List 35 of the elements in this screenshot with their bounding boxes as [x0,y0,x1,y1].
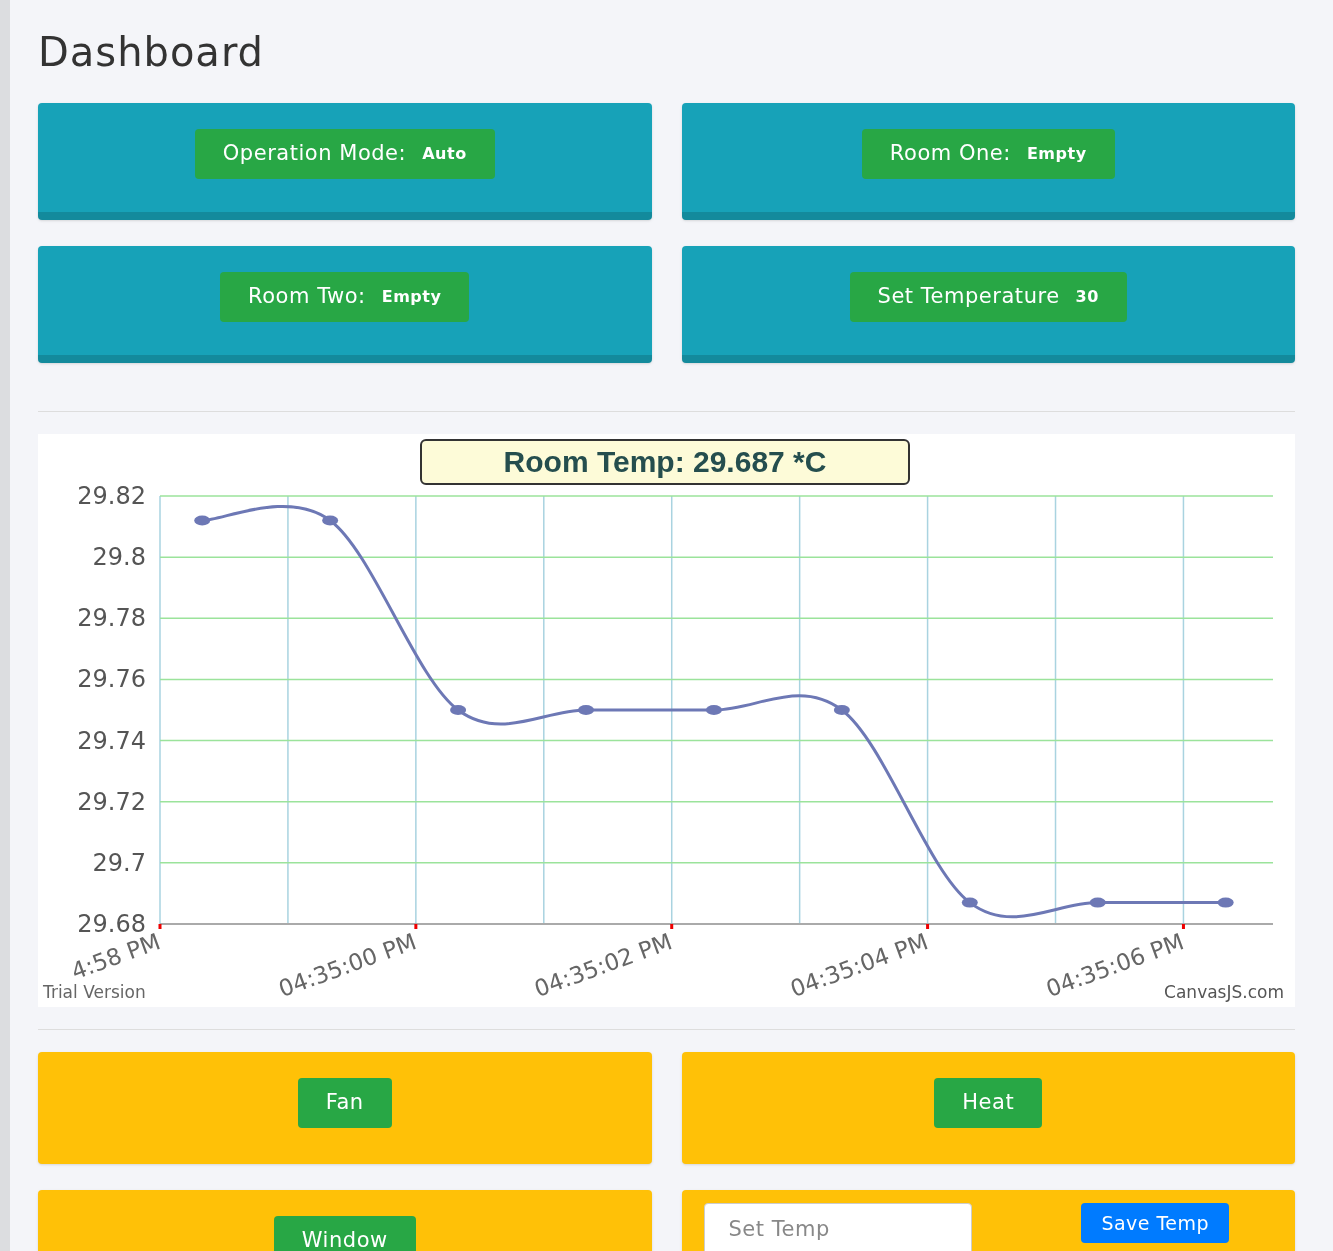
toggle-button[interactable]: Fan [297,1078,392,1128]
temperature-field[interactable]: Set Temp [703,1203,972,1251]
status-label: Operation Mode: [222,140,407,168]
status-label: Set Temperature [877,283,1060,311]
page-title: Dashboard [38,28,265,77]
status-label: Room Two: [248,283,366,311]
data-point [450,705,467,715]
data-point [322,515,339,526]
y-tick-label: 29.76 [77,665,146,694]
save-button[interactable]: Save Temp [1081,1203,1229,1243]
chart-title: Room Temp: 29.687 *C [420,439,910,485]
y-tick-label: 29.72 [77,787,146,816]
data-point [961,897,978,908]
y-tick-label: 29.82 [77,482,146,510]
trial-note: Trial Version [43,982,146,1002]
toggle-button[interactable]: Heat [934,1078,1043,1128]
status-value: 30 [1075,286,1099,308]
chart-title: Room Temp: 29.687 *C [503,445,827,478]
y-tick-label: 29.74 [77,726,146,755]
y-tick-label: 29.7 [92,848,146,877]
data-point [1217,897,1234,908]
status-value: Auto [422,143,467,165]
y-tick-label: 29.8 [92,543,146,572]
status-value: Empty [381,286,442,308]
data-point [194,515,211,526]
status-label: Room One: [889,140,1011,168]
data-point [705,705,722,715]
toggle-button[interactable]: Window [273,1216,416,1251]
data-point [833,705,850,715]
status-value: Empty [1026,143,1087,165]
data-point [578,705,594,715]
credit-text: CanvasJS.com [1164,982,1284,1002]
data-point [1089,897,1106,908]
y-tick-label: 29.78 [77,604,146,633]
y-tick-label: 29.68 [77,910,146,938]
